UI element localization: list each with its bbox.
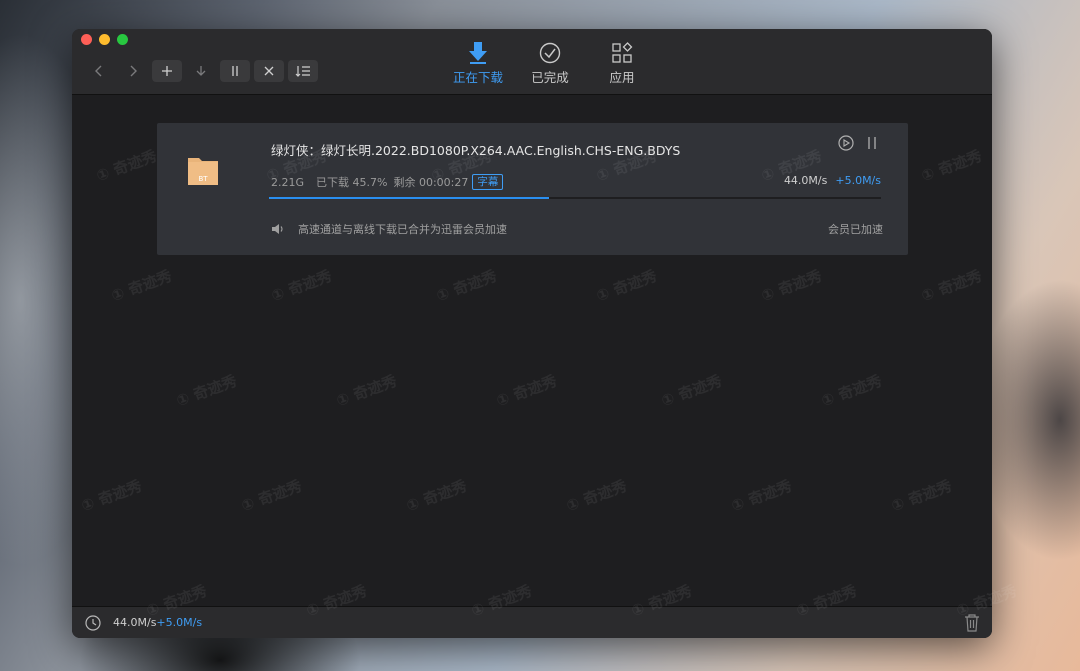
clock-icon[interactable] [85, 615, 101, 635]
task-controls [838, 135, 878, 151]
status-bar: 44.0M/s+5.0M/s [72, 606, 992, 638]
chevron-left-icon [95, 65, 102, 77]
download-speed: 44.0M/s [783, 174, 828, 187]
vip-status: 会员已加速 [828, 223, 883, 236]
time-remaining: 剩余 00:00:27 [393, 176, 469, 189]
task-speed: 44.0M/s +5.0M/s [784, 174, 881, 187]
file-size: 2.21G [271, 175, 305, 189]
apps-grid-icon [610, 41, 634, 65]
minimize-window-button[interactable] [99, 34, 110, 45]
progress-bar [269, 197, 881, 199]
task-name: 绿灯侠：绿灯长明.2022.BD1080P.X264.AAC.English.C… [271, 143, 681, 158]
main-tabs: 正在下载 已完成 应用 [450, 41, 650, 86]
arrow-down-icon [196, 66, 206, 76]
play-circle-icon[interactable] [838, 135, 854, 151]
tab-label: 应用 [609, 70, 635, 85]
bonus-speed: +5.0M/s [835, 174, 881, 187]
maximize-window-button[interactable] [117, 34, 128, 45]
progress-fill [269, 197, 549, 199]
toolbar [84, 60, 318, 82]
list-item[interactable]: BT 绿灯侠：绿灯长明.2022.BD1080P.X264.AAC.Englis… [157, 123, 908, 255]
pause-icon [232, 66, 238, 76]
add-button[interactable] [152, 60, 182, 82]
back-button[interactable] [84, 60, 114, 82]
sort-button[interactable] [288, 60, 318, 82]
trash-icon[interactable] [964, 614, 980, 636]
tab-label: 正在下载 [452, 70, 503, 85]
tab-apps[interactable]: 应用 [594, 41, 650, 86]
speaker-icon [271, 221, 285, 240]
tab-downloading[interactable]: 正在下载 [450, 41, 506, 86]
subtitle-badge[interactable]: 字幕 [472, 174, 504, 190]
title-bar: 正在下载 已完成 应用 [72, 29, 992, 95]
pause-icon[interactable] [866, 136, 878, 150]
total-bonus-speed: +5.0M/s [156, 616, 203, 629]
total-download-speed: 44.0M/s [113, 616, 157, 629]
download-list: BT 绿灯侠：绿灯长明.2022.BD1080P.X264.AAC.Englis… [72, 95, 992, 606]
app-window: 正在下载 已完成 应用 BT 绿灯侠：绿灯长明.2022.BD1080P.X26… [72, 29, 992, 638]
pause-all-button[interactable] [220, 60, 250, 82]
download-arrow-icon [466, 41, 490, 65]
close-window-button[interactable] [81, 34, 92, 45]
downloaded-percent: 已下载 45.7% [316, 176, 388, 189]
close-icon [264, 66, 274, 76]
task-meta: 2.21G 已下载 45.7% 剩余 00:00:27 字幕 [271, 174, 504, 190]
tab-completed[interactable]: 已完成 [522, 41, 578, 86]
chevron-right-icon [130, 65, 137, 77]
notice-text: 高速通道与离线下载已合并为迅雷会员加速 [298, 223, 507, 236]
plus-icon [162, 66, 172, 76]
window-controls [81, 34, 128, 45]
total-speed: 44.0M/s+5.0M/s [113, 616, 202, 629]
tab-label: 已完成 [531, 70, 569, 85]
sort-list-icon [295, 66, 310, 77]
file-type-label: BT [198, 175, 208, 183]
forward-button[interactable] [118, 60, 148, 82]
download-button[interactable] [186, 60, 216, 82]
check-circle-icon [538, 41, 562, 65]
bt-file-icon: BT [187, 154, 219, 190]
delete-button[interactable] [254, 60, 284, 82]
